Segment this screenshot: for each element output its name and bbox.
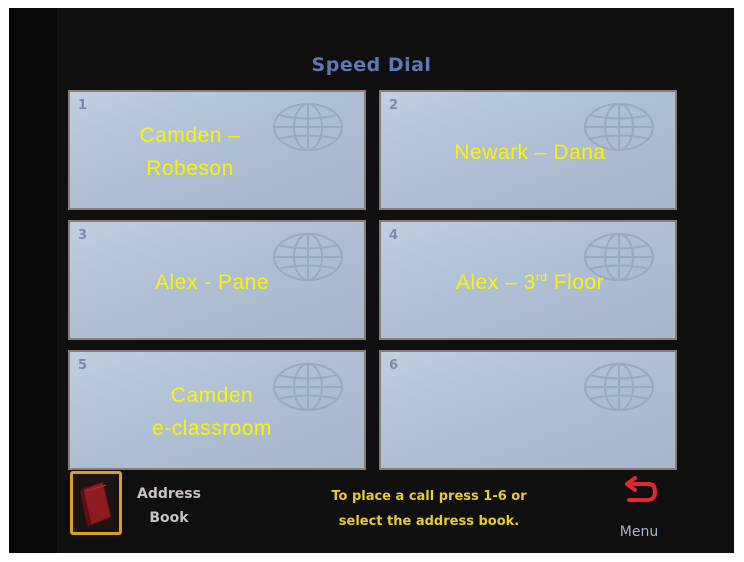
speed-dial-tile-5[interactable]: 5 Camden e-classroom xyxy=(68,350,366,470)
instructions-line: select the address book. xyxy=(338,514,520,529)
tile-label-prefix: Alex – 3 xyxy=(455,270,536,294)
tile-label: Alex - Pane xyxy=(70,222,354,338)
speed-dial-tile-6[interactable]: 6 xyxy=(379,350,677,470)
address-book-label-line: Book xyxy=(149,510,189,526)
tile-label-line: e-classroom xyxy=(152,417,272,440)
speed-dial-tile-2[interactable]: 2 Newark – Dana xyxy=(379,90,677,210)
speed-dial-tile-4[interactable]: 4 Alex – 3rd Floor xyxy=(379,220,677,340)
tile-label-superscript: rd xyxy=(535,269,548,284)
left-shadow-band xyxy=(9,8,57,553)
address-book-label[interactable]: Address Book xyxy=(133,482,205,530)
tile-label-line: Robeson xyxy=(146,157,234,180)
page-title: Speed Dial xyxy=(311,54,432,76)
speed-dial-tile-3[interactable]: 3 Alex - Pane xyxy=(68,220,366,340)
tile-label: Camden e-classroom xyxy=(70,352,354,468)
menu-button[interactable]: Menu xyxy=(609,476,669,546)
speed-dial-tile-1[interactable]: 1 Camden – Robeson xyxy=(68,90,366,210)
address-book-button[interactable] xyxy=(70,471,122,535)
tile-label: Newark – Dana xyxy=(381,92,675,208)
instructions-text: To place a call press 1-6 or select the … xyxy=(279,484,579,534)
tile-label: Alex – 3rd Floor xyxy=(381,222,675,338)
tile-label-suffix: Floor xyxy=(547,270,605,294)
address-book-label-line: Address xyxy=(137,486,201,502)
globe-icon xyxy=(584,363,654,411)
tile-label-line: Alex - Pane xyxy=(154,270,270,294)
return-arrow-icon xyxy=(625,476,657,502)
tile-label-line: Camden xyxy=(170,384,254,407)
instructions-line: To place a call press 1-6 or xyxy=(331,489,527,504)
menu-label: Menu xyxy=(619,524,659,540)
tile-label-line: Newark – Dana xyxy=(454,140,606,164)
tile-number: 6 xyxy=(389,358,399,373)
tile-label-line: Camden – xyxy=(139,124,241,147)
tile-label: Camden – Robeson xyxy=(70,92,310,208)
book-icon xyxy=(80,481,112,526)
speed-dial-screen: Speed Dial 1 Camden – Robeson 2 Newark –… xyxy=(9,8,734,553)
